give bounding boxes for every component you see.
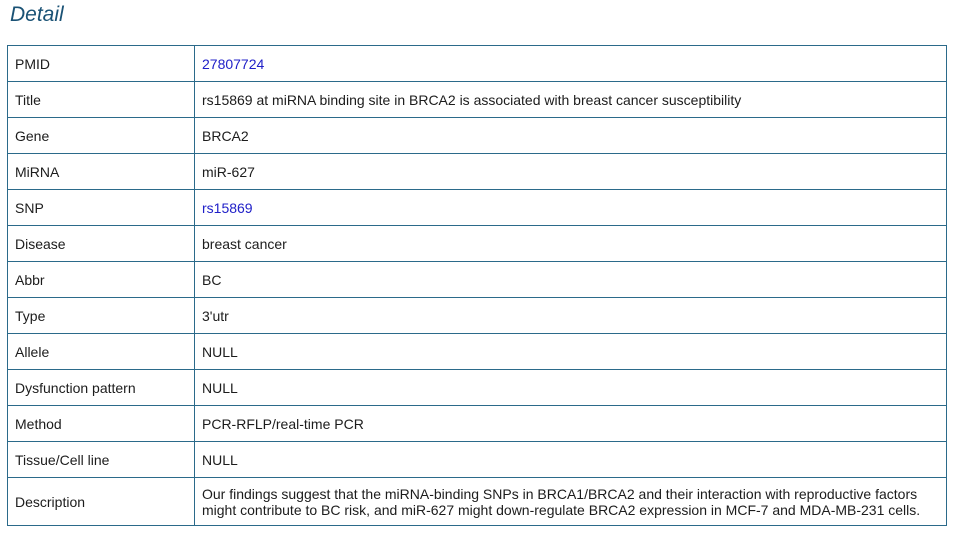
pmid-link[interactable]: 27807724	[202, 56, 264, 72]
snp-link[interactable]: rs15869	[202, 200, 253, 216]
row-label: Description	[7, 477, 195, 526]
row-label: SNP	[7, 189, 195, 226]
detail-table: PMID 27807724 Title rs15869 at miRNA bin…	[7, 45, 947, 526]
table-row-dysfunction-pattern: Dysfunction pattern NULL	[7, 369, 947, 406]
row-value: miR-627	[194, 153, 947, 190]
row-value: NULL	[194, 369, 947, 406]
table-row-mirna: MiRNA miR-627	[7, 153, 947, 190]
row-label: Type	[7, 297, 195, 334]
row-value: rs15869	[194, 189, 947, 226]
row-value: NULL	[194, 333, 947, 370]
row-value: 3'utr	[194, 297, 947, 334]
row-label: Tissue/Cell line	[7, 441, 195, 478]
table-row-method: Method PCR-RFLP/real-time PCR	[7, 405, 947, 442]
row-label: Abbr	[7, 261, 195, 298]
table-row-gene: Gene BRCA2	[7, 117, 947, 154]
table-row-description: Description Our findings suggest that th…	[7, 477, 947, 526]
row-value: PCR-RFLP/real-time PCR	[194, 405, 947, 442]
row-label: Dysfunction pattern	[7, 369, 195, 406]
row-value: BRCA2	[194, 117, 947, 154]
row-value: BC	[194, 261, 947, 298]
row-label: MiRNA	[7, 153, 195, 190]
row-label: Disease	[7, 225, 195, 262]
row-value: rs15869 at miRNA binding site in BRCA2 i…	[194, 81, 947, 118]
table-row-tissue-cell-line: Tissue/Cell line NULL	[7, 441, 947, 478]
table-row-pmid: PMID 27807724	[7, 45, 947, 82]
row-label: Gene	[7, 117, 195, 154]
page-title: Detail	[10, 3, 64, 26]
row-value: NULL	[194, 441, 947, 478]
row-label: Method	[7, 405, 195, 442]
row-label: Allele	[7, 333, 195, 370]
row-value: breast cancer	[194, 225, 947, 262]
table-row-abbr: Abbr BC	[7, 261, 947, 298]
table-row-disease: Disease breast cancer	[7, 225, 947, 262]
table-row-title: Title rs15869 at miRNA binding site in B…	[7, 81, 947, 118]
row-value: Our findings suggest that the miRNA-bind…	[194, 477, 947, 526]
row-value: 27807724	[194, 45, 947, 82]
row-label: Title	[7, 81, 195, 118]
row-label: PMID	[7, 45, 195, 82]
table-row-allele: Allele NULL	[7, 333, 947, 370]
table-row-type: Type 3'utr	[7, 297, 947, 334]
table-row-snp: SNP rs15869	[7, 189, 947, 226]
